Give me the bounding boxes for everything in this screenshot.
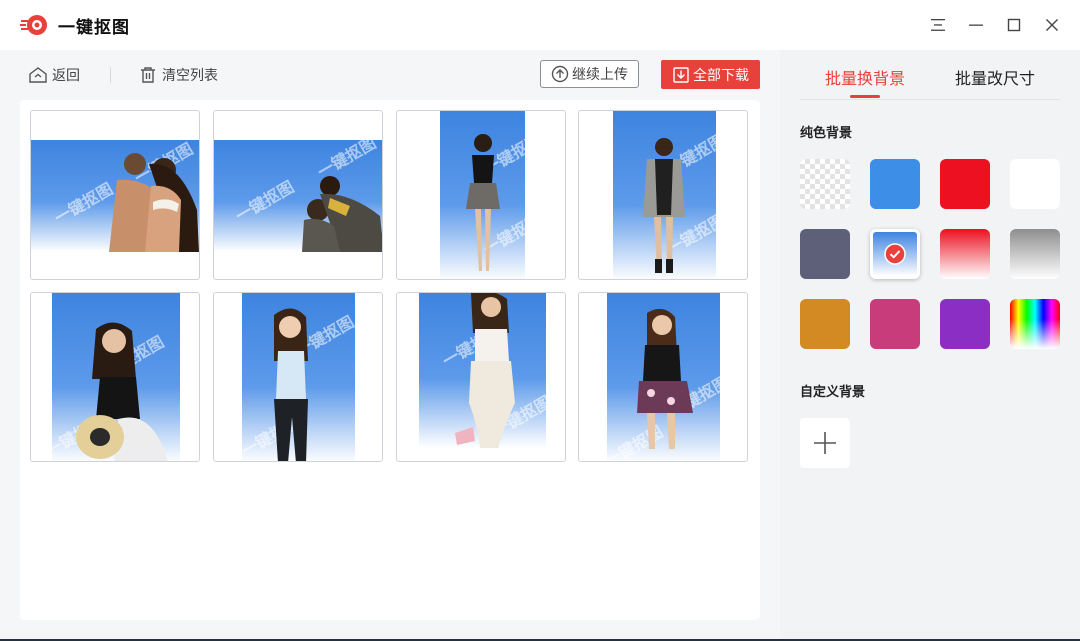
- main-area: 返回 清空列表 继续上传 全部下载 一键抠图 一键抠图 一键抠图 一键抠图 一键…: [0, 50, 780, 641]
- swatch-grey-gradient[interactable]: [1010, 229, 1060, 279]
- person-silhouette: [466, 134, 500, 271]
- gallery-item[interactable]: 一键抠图 一键抠图: [30, 292, 200, 462]
- swatch-white[interactable]: [1010, 159, 1060, 209]
- back-label: 返回: [52, 68, 80, 84]
- image-gallery: 一键抠图 一键抠图 一键抠图 一键抠图 一键抠图 一键抠图 一键抠图 一键抠图 …: [20, 100, 760, 620]
- solid-background-title: 纯色背景: [800, 126, 853, 141]
- watermark: 一键抠图: [232, 177, 298, 226]
- swatch-blue-gradient-selected[interactable]: [870, 229, 920, 279]
- person-silhouette: [455, 293, 515, 448]
- swatch-blue[interactable]: [870, 159, 920, 209]
- person-silhouette: [637, 309, 693, 449]
- app-logo-icon: [20, 15, 47, 35]
- upload-icon: [551, 65, 569, 83]
- cutout-photo: 一键抠图 一键抠图: [419, 293, 546, 448]
- gallery-item[interactable]: 一键抠图 一键抠图: [213, 110, 383, 280]
- clear-list-button[interactable]: 清空列表: [138, 64, 218, 86]
- swatch-purple[interactable]: [940, 299, 990, 349]
- swatch-pink[interactable]: [870, 299, 920, 349]
- download-icon: [673, 66, 689, 83]
- gallery-item[interactable]: 一键抠图 一键抠图: [213, 292, 383, 462]
- menu-icon[interactable]: [926, 13, 950, 37]
- back-button[interactable]: 返回: [28, 64, 80, 86]
- person-silhouette: [76, 322, 168, 461]
- minimize-icon[interactable]: [964, 13, 988, 37]
- home-icon: [29, 67, 47, 83]
- swatch-transparent[interactable]: [800, 159, 850, 209]
- add-custom-background-button[interactable]: [800, 418, 850, 468]
- gallery-item[interactable]: 一键抠图 一键抠图: [396, 292, 566, 462]
- swatch-slate[interactable]: [800, 229, 850, 279]
- active-tab-indicator: [850, 95, 880, 98]
- cutout-photo: 一键抠图 一键抠图: [607, 293, 720, 461]
- title-bar: 一键抠图: [0, 0, 1080, 50]
- app-title: 一键抠图: [58, 18, 130, 38]
- continue-upload-label: 继续上传: [572, 67, 628, 83]
- swatch-red-gradient[interactable]: [940, 229, 990, 279]
- swatch-rainbow[interactable]: [1010, 299, 1060, 349]
- person-silhouette: [643, 138, 685, 273]
- gallery-item[interactable]: 一键抠图 一键抠图: [578, 292, 748, 462]
- cutout-photo: 一键抠图 一键抠图: [242, 293, 355, 461]
- trash-icon: [141, 67, 155, 83]
- swatch-red[interactable]: [940, 159, 990, 209]
- gallery-item[interactable]: 一键抠图 一键抠图: [578, 110, 748, 280]
- check-icon: [884, 243, 906, 265]
- tab-batch-resize[interactable]: 批量改尺寸: [955, 65, 1035, 89]
- cutout-photo: 一键抠图 一键抠图: [214, 140, 382, 252]
- continue-upload-button[interactable]: 继续上传: [540, 60, 639, 88]
- cutout-photo: 一键抠图 一键抠图: [52, 293, 180, 461]
- gallery-item[interactable]: 一键抠图 一键抠图: [396, 110, 566, 280]
- person-silhouette: [274, 308, 308, 461]
- person-silhouette: [302, 176, 382, 252]
- tab-divider: [800, 99, 1060, 100]
- cutout-photo: 一键抠图 一键抠图: [440, 111, 525, 279]
- maximize-icon[interactable]: [1002, 13, 1026, 37]
- clear-list-label: 清空列表: [162, 68, 218, 84]
- cutout-photo: 一键抠图 一键抠图: [613, 111, 716, 279]
- custom-background-title: 自定义背景: [800, 385, 866, 400]
- plus-icon: [814, 432, 836, 454]
- close-icon[interactable]: [1040, 13, 1064, 37]
- person-silhouette: [109, 153, 199, 252]
- watermark: 一键抠图: [51, 179, 117, 228]
- settings-sidebar: 批量换背景 批量改尺寸 纯色背景 自定义背景: [780, 50, 1080, 641]
- cutout-photo: 一键抠图 一键抠图: [31, 140, 199, 252]
- download-all-label: 全部下载: [693, 67, 749, 84]
- download-all-button[interactable]: 全部下载: [661, 60, 760, 89]
- tab-batch-background[interactable]: 批量换背景: [825, 65, 905, 89]
- toolbar-divider: [110, 67, 111, 83]
- swatch-orange[interactable]: [800, 299, 850, 349]
- gallery-item[interactable]: 一键抠图 一键抠图: [30, 110, 200, 280]
